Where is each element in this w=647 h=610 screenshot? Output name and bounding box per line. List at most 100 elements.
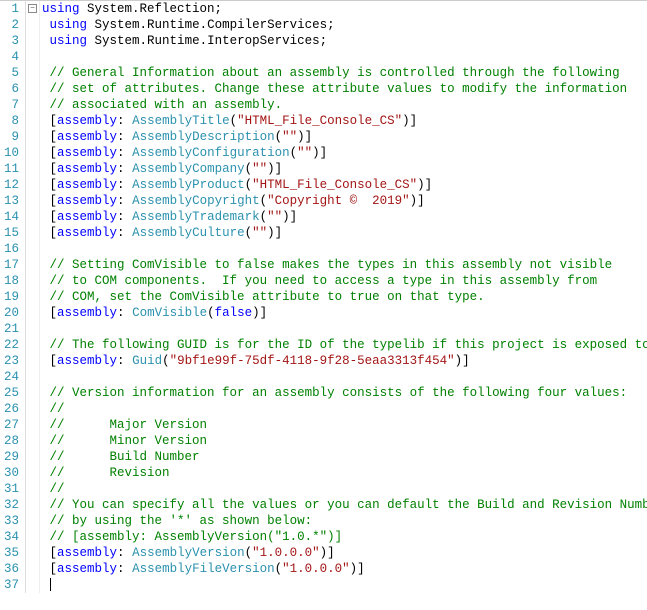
code-line[interactable] bbox=[42, 369, 647, 385]
token-txt: )] bbox=[320, 546, 335, 560]
code-line[interactable]: // You can specify all the values or you… bbox=[42, 497, 647, 513]
code-line[interactable]: // COM, set the ComVisible attribute to … bbox=[42, 289, 647, 305]
code-line[interactable]: [assembly: AssemblyTrademark("")] bbox=[42, 209, 647, 225]
code-line[interactable]: [assembly: Guid("9bf1e99f-75df-4118-9f28… bbox=[42, 353, 647, 369]
code-line[interactable] bbox=[42, 577, 647, 593]
code-line[interactable]: // Major Version bbox=[42, 417, 647, 433]
code-line[interactable]: [assembly: AssemblyCopyright("Copyright … bbox=[42, 193, 647, 209]
line-number: 8 bbox=[4, 113, 19, 129]
line-number: 21 bbox=[4, 321, 19, 337]
code-line[interactable] bbox=[42, 321, 647, 337]
token-txt: )] bbox=[417, 178, 432, 192]
code-line[interactable]: // associated with an assembly. bbox=[42, 97, 647, 113]
code-line[interactable]: [assembly: AssemblyTitle("HTML_File_Cons… bbox=[42, 113, 647, 129]
token-kw: using bbox=[50, 34, 88, 48]
token-str: "1.0.0.0" bbox=[282, 562, 350, 576]
code-editor[interactable]: 1234567891011121314151617181920212223242… bbox=[0, 0, 647, 593]
token-txt: [ bbox=[42, 306, 57, 320]
code-line[interactable]: // Minor Version bbox=[42, 433, 647, 449]
line-number-gutter: 1234567891011121314151617181920212223242… bbox=[0, 1, 26, 593]
code-line[interactable]: // [assembly: AssemblyVersion("1.0.*")] bbox=[42, 529, 647, 545]
token-comment: // [assembly: AssemblyVersion("1.0.*")] bbox=[50, 530, 343, 544]
code-line[interactable]: using System.Runtime.CompilerServices; bbox=[42, 17, 647, 33]
token-txt: )] bbox=[350, 562, 365, 576]
token-kw: assembly bbox=[57, 114, 117, 128]
line-number: 15 bbox=[4, 225, 19, 241]
token-txt: [ bbox=[42, 162, 57, 176]
code-line[interactable]: // Version information for an assembly c… bbox=[42, 385, 647, 401]
token-type: AssemblyConfiguration bbox=[132, 146, 290, 160]
code-line[interactable]: [assembly: AssemblyVersion("1.0.0.0")] bbox=[42, 545, 647, 561]
code-area[interactable]: using System.Reflection; using System.Ru… bbox=[40, 1, 647, 593]
code-line[interactable]: [assembly: AssemblyCompany("")] bbox=[42, 161, 647, 177]
code-line[interactable]: // bbox=[42, 481, 647, 497]
token-comment: // General Information about an assembly… bbox=[50, 66, 620, 80]
code-line[interactable]: // Setting ComVisible to false makes the… bbox=[42, 257, 647, 273]
code-line[interactable]: [assembly: AssemblyProduct("HTML_File_Co… bbox=[42, 177, 647, 193]
token-txt: ( bbox=[245, 178, 253, 192]
token-str: "" bbox=[297, 146, 312, 160]
token-txt bbox=[42, 450, 50, 464]
token-txt bbox=[42, 386, 50, 400]
token-txt: : bbox=[117, 546, 132, 560]
token-kw: assembly bbox=[57, 194, 117, 208]
token-txt: : bbox=[117, 226, 132, 240]
token-txt: : bbox=[117, 130, 132, 144]
code-line[interactable]: // Build Number bbox=[42, 449, 647, 465]
token-txt: ( bbox=[245, 546, 253, 560]
token-txt bbox=[42, 418, 50, 432]
token-kw: assembly bbox=[57, 546, 117, 560]
line-number: 1 bbox=[4, 1, 19, 17]
token-kw: assembly bbox=[57, 146, 117, 160]
token-str: "HTML_File_Console_CS" bbox=[252, 178, 417, 192]
token-kw: using bbox=[42, 2, 80, 16]
line-number: 25 bbox=[4, 385, 19, 401]
code-line[interactable]: // set of attributes. Change these attri… bbox=[42, 81, 647, 97]
fold-toggle-icon[interactable]: − bbox=[28, 4, 37, 13]
code-line[interactable]: [assembly: AssemblyDescription("")] bbox=[42, 129, 647, 145]
code-line[interactable] bbox=[42, 241, 647, 257]
line-number: 4 bbox=[4, 49, 19, 65]
code-line[interactable]: using System.Reflection; bbox=[42, 1, 647, 17]
code-line[interactable]: [assembly: AssemblyConfiguration("")] bbox=[42, 145, 647, 161]
token-txt: )] bbox=[252, 306, 267, 320]
code-line[interactable]: // Revision bbox=[42, 465, 647, 481]
token-kw: assembly bbox=[57, 354, 117, 368]
token-txt: ( bbox=[207, 306, 215, 320]
token-comment: // Build Number bbox=[50, 450, 200, 464]
line-number: 28 bbox=[4, 433, 19, 449]
token-kw: using bbox=[50, 18, 88, 32]
line-number: 32 bbox=[4, 497, 19, 513]
code-line[interactable]: // bbox=[42, 401, 647, 417]
line-number: 2 bbox=[4, 17, 19, 33]
code-line[interactable]: [assembly: AssemblyFileVersion("1.0.0.0"… bbox=[42, 561, 647, 577]
code-line[interactable] bbox=[42, 49, 647, 65]
code-line[interactable]: // by using the '*' as shown below: bbox=[42, 513, 647, 529]
token-kw: assembly bbox=[57, 562, 117, 576]
code-line[interactable]: // to COM components. If you need to acc… bbox=[42, 273, 647, 289]
line-number: 19 bbox=[4, 289, 19, 305]
token-txt: ( bbox=[260, 194, 268, 208]
token-txt: [ bbox=[42, 354, 57, 368]
token-kw: assembly bbox=[57, 178, 117, 192]
line-number: 26 bbox=[4, 401, 19, 417]
fold-gutter[interactable]: − bbox=[26, 1, 40, 593]
token-txt: )] bbox=[455, 354, 470, 368]
token-type: AssemblyProduct bbox=[132, 178, 245, 192]
token-txt: : bbox=[117, 114, 132, 128]
token-txt bbox=[42, 466, 50, 480]
line-number: 17 bbox=[4, 257, 19, 273]
line-number: 37 bbox=[4, 577, 19, 593]
token-txt: ( bbox=[275, 130, 283, 144]
token-comment: // You can specify all the values or you… bbox=[50, 498, 647, 512]
code-line[interactable]: using System.Runtime.InteropServices; bbox=[42, 33, 647, 49]
code-line[interactable]: [assembly: ComVisible(false)] bbox=[42, 305, 647, 321]
token-txt: )] bbox=[267, 162, 282, 176]
code-line[interactable]: // General Information about an assembly… bbox=[42, 65, 647, 81]
code-line[interactable]: [assembly: AssemblyCulture("")] bbox=[42, 225, 647, 241]
token-kw: false bbox=[215, 306, 253, 320]
code-line[interactable]: // The following GUID is for the ID of t… bbox=[42, 337, 647, 353]
token-txt: : bbox=[117, 306, 132, 320]
token-txt: [ bbox=[42, 178, 57, 192]
token-txt: System.Runtime.CompilerServices; bbox=[87, 18, 335, 32]
